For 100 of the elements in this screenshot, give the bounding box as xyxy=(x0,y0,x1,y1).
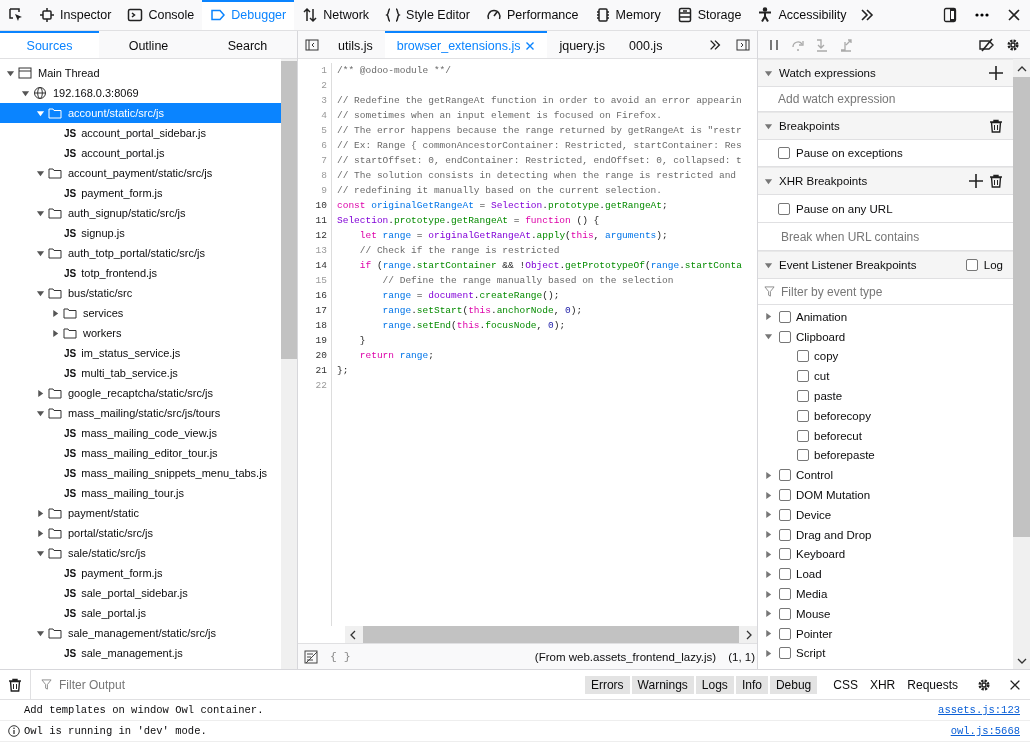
checkbox-label[interactable]: Pause on any URL xyxy=(796,202,893,215)
event-label[interactable]: Device xyxy=(796,508,832,521)
expand-arrow-icon[interactable] xyxy=(764,176,773,186)
pause-icon[interactable] xyxy=(767,37,781,52)
checkbox[interactable] xyxy=(779,330,791,343)
panel-tab[interactable]: Sources xyxy=(0,31,99,58)
file-tab[interactable]: utils.js xyxy=(326,31,385,58)
request-type-toggle[interactable]: XHR xyxy=(863,675,902,694)
dock-icon[interactable] xyxy=(942,7,958,23)
checkbox[interactable] xyxy=(779,568,791,581)
log-level-toggle[interactable]: Errors xyxy=(584,675,630,694)
expand-arrow-icon[interactable] xyxy=(35,628,45,638)
event-label[interactable]: Script xyxy=(796,647,826,660)
tree-item[interactable]: JS totp_frontend.js xyxy=(0,263,281,283)
checkbox[interactable] xyxy=(778,202,790,215)
tree-item[interactable]: JS mass_mailing_code_view.js xyxy=(0,423,281,443)
checkbox[interactable] xyxy=(779,647,791,660)
expand-arrow-icon[interactable] xyxy=(763,312,773,322)
log-level-toggle[interactable]: Logs xyxy=(695,675,734,694)
expand-arrow-icon[interactable] xyxy=(763,569,773,579)
checkbox[interactable] xyxy=(797,390,809,403)
scroll-right-icon[interactable] xyxy=(745,629,753,640)
request-type-toggle[interactable]: Requests xyxy=(901,675,964,694)
checkbox[interactable] xyxy=(779,310,791,323)
event-label[interactable]: Pointer xyxy=(796,627,833,640)
tool-tab[interactable]: Memory xyxy=(586,0,669,30)
scrollbar[interactable] xyxy=(1013,59,1030,669)
checkbox[interactable] xyxy=(797,429,809,442)
event-label[interactable]: cut xyxy=(814,370,830,383)
expand-arrow-icon[interactable] xyxy=(20,88,30,98)
expand-arrow-icon[interactable] xyxy=(763,510,773,520)
scrollbar[interactable] xyxy=(281,59,297,669)
tool-tab[interactable]: Accessibility xyxy=(749,0,855,30)
tool-tab[interactable]: Inspector xyxy=(31,0,120,30)
checkbox[interactable] xyxy=(797,370,809,383)
scroll-left-icon[interactable] xyxy=(349,629,357,640)
watch-expression-input[interactable]: Add watch expression xyxy=(758,87,1013,112)
tree-item[interactable]: JS sale_portal.js xyxy=(0,603,281,623)
event-filter-input[interactable]: Filter by event type xyxy=(779,283,1013,300)
log-level-toggle[interactable]: Warnings xyxy=(631,675,694,694)
event-label[interactable]: beforecut xyxy=(814,429,862,442)
tool-tab[interactable]: Storage xyxy=(668,0,750,30)
log-level-toggle[interactable]: Info xyxy=(735,675,768,694)
tree-item[interactable]: JS payment_form.js xyxy=(0,563,281,583)
checkbox[interactable] xyxy=(797,449,809,462)
tree-item[interactable]: mass_mailing/static/src/js/tours xyxy=(0,403,281,423)
horizontal-scrollbar[interactable] xyxy=(345,626,757,643)
expand-arrow-icon[interactable] xyxy=(764,260,773,270)
event-label[interactable]: paste xyxy=(814,390,843,403)
section-header[interactable]: Event Listener Breakpoints Log xyxy=(758,251,1013,279)
tree-item[interactable]: auth_signup/static/src/js xyxy=(0,203,281,223)
more-tools-icon[interactable] xyxy=(858,7,875,23)
checkbox[interactable] xyxy=(779,548,791,561)
tree-item[interactable]: google_recaptcha/static/src/js xyxy=(0,383,281,403)
event-label[interactable]: beforepaste xyxy=(814,449,875,462)
section-header[interactable]: Breakpoints xyxy=(758,112,1013,140)
tool-tab[interactable]: Debugger xyxy=(202,0,295,30)
tree-item[interactable]: sale/static/src/js xyxy=(0,543,281,563)
expand-arrow-icon[interactable] xyxy=(763,332,773,342)
source-link[interactable]: assets.js:123 xyxy=(938,704,1020,716)
filter-output-input[interactable]: Filter Output xyxy=(57,676,585,693)
file-tab[interactable]: browser_extensions.js xyxy=(384,31,548,58)
expand-arrow-icon[interactable] xyxy=(35,508,45,518)
tree-item[interactable]: JS mass_mailing_snippets_menu_tabs.js xyxy=(0,463,281,483)
expand-arrow-icon[interactable] xyxy=(763,589,773,599)
trash-icon[interactable] xyxy=(989,174,1003,188)
tree-item[interactable]: account/static/src/js xyxy=(0,103,281,123)
add-icon[interactable] xyxy=(969,174,983,188)
sidebar-toggle-icon[interactable] xyxy=(736,37,750,52)
checkbox[interactable] xyxy=(779,508,791,521)
expand-arrow-icon[interactable] xyxy=(763,629,773,639)
file-tab[interactable]: jquery.js xyxy=(547,31,618,58)
checkbox[interactable] xyxy=(779,607,791,620)
expand-arrow-icon[interactable] xyxy=(763,530,773,540)
checkbox[interactable] xyxy=(779,627,791,640)
close-tab-icon[interactable] xyxy=(525,40,536,51)
section-header[interactable]: XHR Breakpoints xyxy=(758,167,1013,195)
tool-tab[interactable]: Performance xyxy=(477,0,587,30)
expand-arrow-icon[interactable] xyxy=(50,328,60,338)
trash-icon[interactable] xyxy=(989,119,1003,133)
event-label[interactable]: copy xyxy=(814,350,839,363)
event-label[interactable]: DOM Mutation xyxy=(796,489,871,502)
scroll-up-icon[interactable] xyxy=(1016,65,1027,73)
expand-arrow-icon[interactable] xyxy=(35,408,45,418)
event-label[interactable]: Media xyxy=(796,588,828,601)
tool-tab[interactable]: Style Editor xyxy=(377,0,478,30)
expand-arrow-icon[interactable] xyxy=(35,108,45,118)
expand-arrow-icon[interactable] xyxy=(764,121,773,131)
event-label[interactable]: Animation xyxy=(796,310,848,323)
close-icon[interactable] xyxy=(1006,7,1022,23)
url-filter-input[interactable]: Break when URL contains xyxy=(758,223,1013,251)
expand-arrow-icon[interactable] xyxy=(764,68,773,78)
checkbox-label[interactable]: Log xyxy=(983,259,1003,271)
tree-item[interactable]: JS multi_tab_service.js xyxy=(0,363,281,383)
expand-arrow-icon[interactable] xyxy=(35,208,45,218)
more-tabs-icon[interactable] xyxy=(708,37,722,52)
expand-arrow-icon[interactable] xyxy=(763,648,773,658)
checkbox[interactable] xyxy=(965,259,978,271)
expand-arrow-icon[interactable] xyxy=(35,168,45,178)
event-label[interactable]: Load xyxy=(796,568,822,581)
